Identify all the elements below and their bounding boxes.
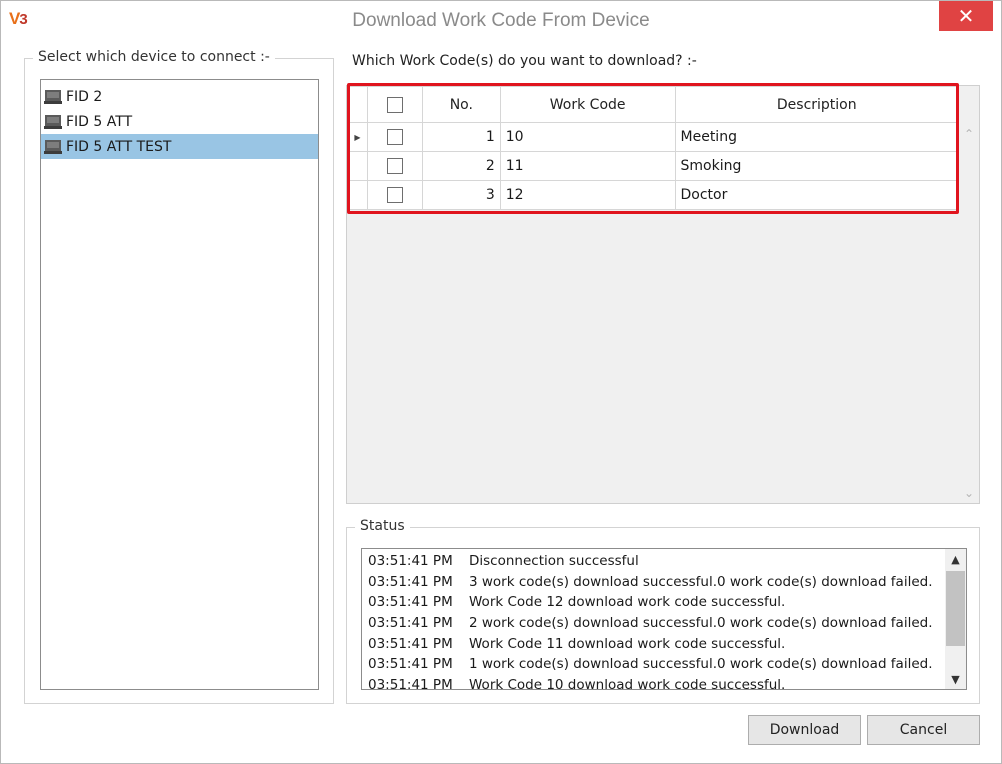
cell-description: Doctor bbox=[674, 180, 960, 210]
status-line: 03:51:41 PM Work Code 12 download work co… bbox=[368, 592, 943, 613]
status-time: 03:51:41 PM bbox=[368, 635, 453, 652]
cell-no: 1 bbox=[421, 122, 501, 152]
row-indicator: ▶ bbox=[347, 122, 368, 152]
device-item[interactable]: FID 5 ATT TEST bbox=[41, 134, 318, 159]
status-line: 03:51:41 PM Work Code 10 download work co… bbox=[368, 675, 943, 690]
cell-work-code: 12 bbox=[499, 180, 676, 210]
row-checkbox-cell[interactable] bbox=[366, 151, 423, 181]
column-header-no[interactable]: No. bbox=[421, 86, 501, 123]
device-icon bbox=[44, 89, 62, 105]
column-header-work-code[interactable]: Work Code bbox=[499, 86, 676, 123]
device-label: FID 2 bbox=[66, 88, 103, 105]
status-legend: Status bbox=[355, 518, 410, 534]
row-checkbox[interactable] bbox=[386, 187, 403, 203]
status-time: 03:51:41 PM bbox=[368, 553, 453, 569]
cell-no: 2 bbox=[421, 151, 501, 181]
device-groupbox: Select which device to connect :- FID 2F… bbox=[24, 49, 334, 704]
status-scroll-down-icon[interactable]: ▼ bbox=[945, 669, 966, 689]
row-checkbox-cell[interactable] bbox=[366, 122, 423, 152]
status-message: 3 work code(s) download successful.0 wor… bbox=[469, 573, 933, 590]
row-checkbox[interactable] bbox=[386, 129, 403, 145]
select-all-header bbox=[366, 86, 423, 123]
table-row[interactable]: 2 11 Smoking bbox=[347, 151, 960, 181]
title-bar[interactable]: V3 Download Work Code From Device ✕ bbox=[1, 1, 1001, 41]
device-list[interactable]: FID 2 FID 5 ATT FID 5 ATT TEST bbox=[40, 79, 319, 690]
status-line: 03:51:41 PM Disconnection successful bbox=[368, 551, 943, 572]
cell-description: Meeting bbox=[674, 122, 960, 152]
device-group-legend: Select which device to connect :- bbox=[33, 49, 275, 65]
row-checkbox[interactable] bbox=[386, 158, 403, 174]
device-icon bbox=[44, 139, 62, 155]
cell-no: 3 bbox=[421, 180, 501, 210]
status-time: 03:51:41 PM bbox=[368, 615, 453, 632]
status-line: 03:51:41 PM Work Code 11 download work co… bbox=[368, 634, 943, 655]
status-scrollbar[interactable]: ▲ ▼ bbox=[945, 549, 966, 689]
table-header-row: No. Work Code Description bbox=[347, 86, 960, 123]
table-row[interactable]: 3 12 Doctor bbox=[347, 180, 960, 210]
column-header-description[interactable]: Description bbox=[674, 86, 960, 123]
status-scroll-thumb[interactable] bbox=[946, 571, 965, 646]
close-button[interactable]: ✕ bbox=[939, 1, 993, 31]
table-row[interactable]: ▶ 1 10 Meeting bbox=[347, 122, 960, 152]
status-time: 03:51:41 PM bbox=[368, 594, 453, 611]
row-checkbox-cell[interactable] bbox=[366, 180, 423, 210]
status-message: Disconnection successful bbox=[469, 553, 639, 569]
status-line: 03:51:41 PM 2 work code(s) download succe… bbox=[368, 613, 943, 634]
row-indicator bbox=[347, 180, 368, 210]
status-line: 03:51:41 PM 3 work code(s) download succe… bbox=[368, 572, 943, 593]
device-icon bbox=[44, 114, 62, 130]
status-log[interactable]: 03:51:41 PM Disconnection successful 03:51… bbox=[361, 548, 967, 690]
workcode-table: No. Work Code Description ▶ 1 10 Meeting 2 11… bbox=[347, 86, 960, 210]
device-item[interactable]: FID 2 bbox=[41, 84, 318, 109]
scroll-up-icon[interactable]: ⌃ bbox=[959, 124, 979, 144]
download-button[interactable]: Download bbox=[748, 715, 861, 745]
close-icon: ✕ bbox=[957, 4, 975, 28]
select-all-checkbox[interactable] bbox=[386, 96, 403, 113]
grid-vertical-scrollbar[interactable]: ⌃ ⌄ bbox=[959, 122, 979, 503]
device-item[interactable]: FID 5 ATT bbox=[41, 109, 318, 134]
status-message: 2 work code(s) download successful.0 wor… bbox=[469, 615, 933, 632]
status-line: 03:51:41 PM 1 work code(s) download succe… bbox=[368, 654, 943, 675]
workcode-grid: No. Work Code Description ▶ 1 10 Meeting 2 11… bbox=[346, 85, 980, 504]
cell-work-code: 10 bbox=[499, 122, 676, 152]
status-message: Work Code 11 download work code successf… bbox=[469, 635, 786, 652]
status-message: 1 work code(s) download successful.0 wor… bbox=[469, 656, 933, 673]
status-groupbox: Status 03:51:41 PM Disconnection successf… bbox=[346, 518, 980, 704]
cell-description: Smoking bbox=[674, 151, 960, 181]
cell-work-code: 11 bbox=[499, 151, 676, 181]
workcode-question: Which Work Code(s) do you want to downlo… bbox=[352, 53, 697, 69]
status-time: 03:51:41 PM bbox=[368, 573, 453, 590]
status-time: 03:51:41 PM bbox=[368, 656, 453, 673]
device-label: FID 5 ATT TEST bbox=[66, 138, 172, 155]
scroll-down-icon[interactable]: ⌄ bbox=[959, 483, 979, 503]
status-message: Work Code 12 download work code successf… bbox=[469, 594, 786, 611]
cancel-button[interactable]: Cancel bbox=[867, 715, 980, 745]
row-indicator-header bbox=[347, 86, 368, 123]
status-message: Work Code 10 download work code successf… bbox=[469, 677, 786, 690]
row-indicator bbox=[347, 151, 368, 181]
device-label: FID 5 ATT bbox=[66, 113, 133, 130]
window-title: Download Work Code From Device bbox=[352, 10, 650, 31]
status-time: 03:51:41 PM bbox=[368, 677, 453, 690]
status-scroll-up-icon[interactable]: ▲ bbox=[945, 549, 966, 569]
dialog-window: V3 Download Work Code From Device ✕ Sele… bbox=[0, 0, 1002, 764]
